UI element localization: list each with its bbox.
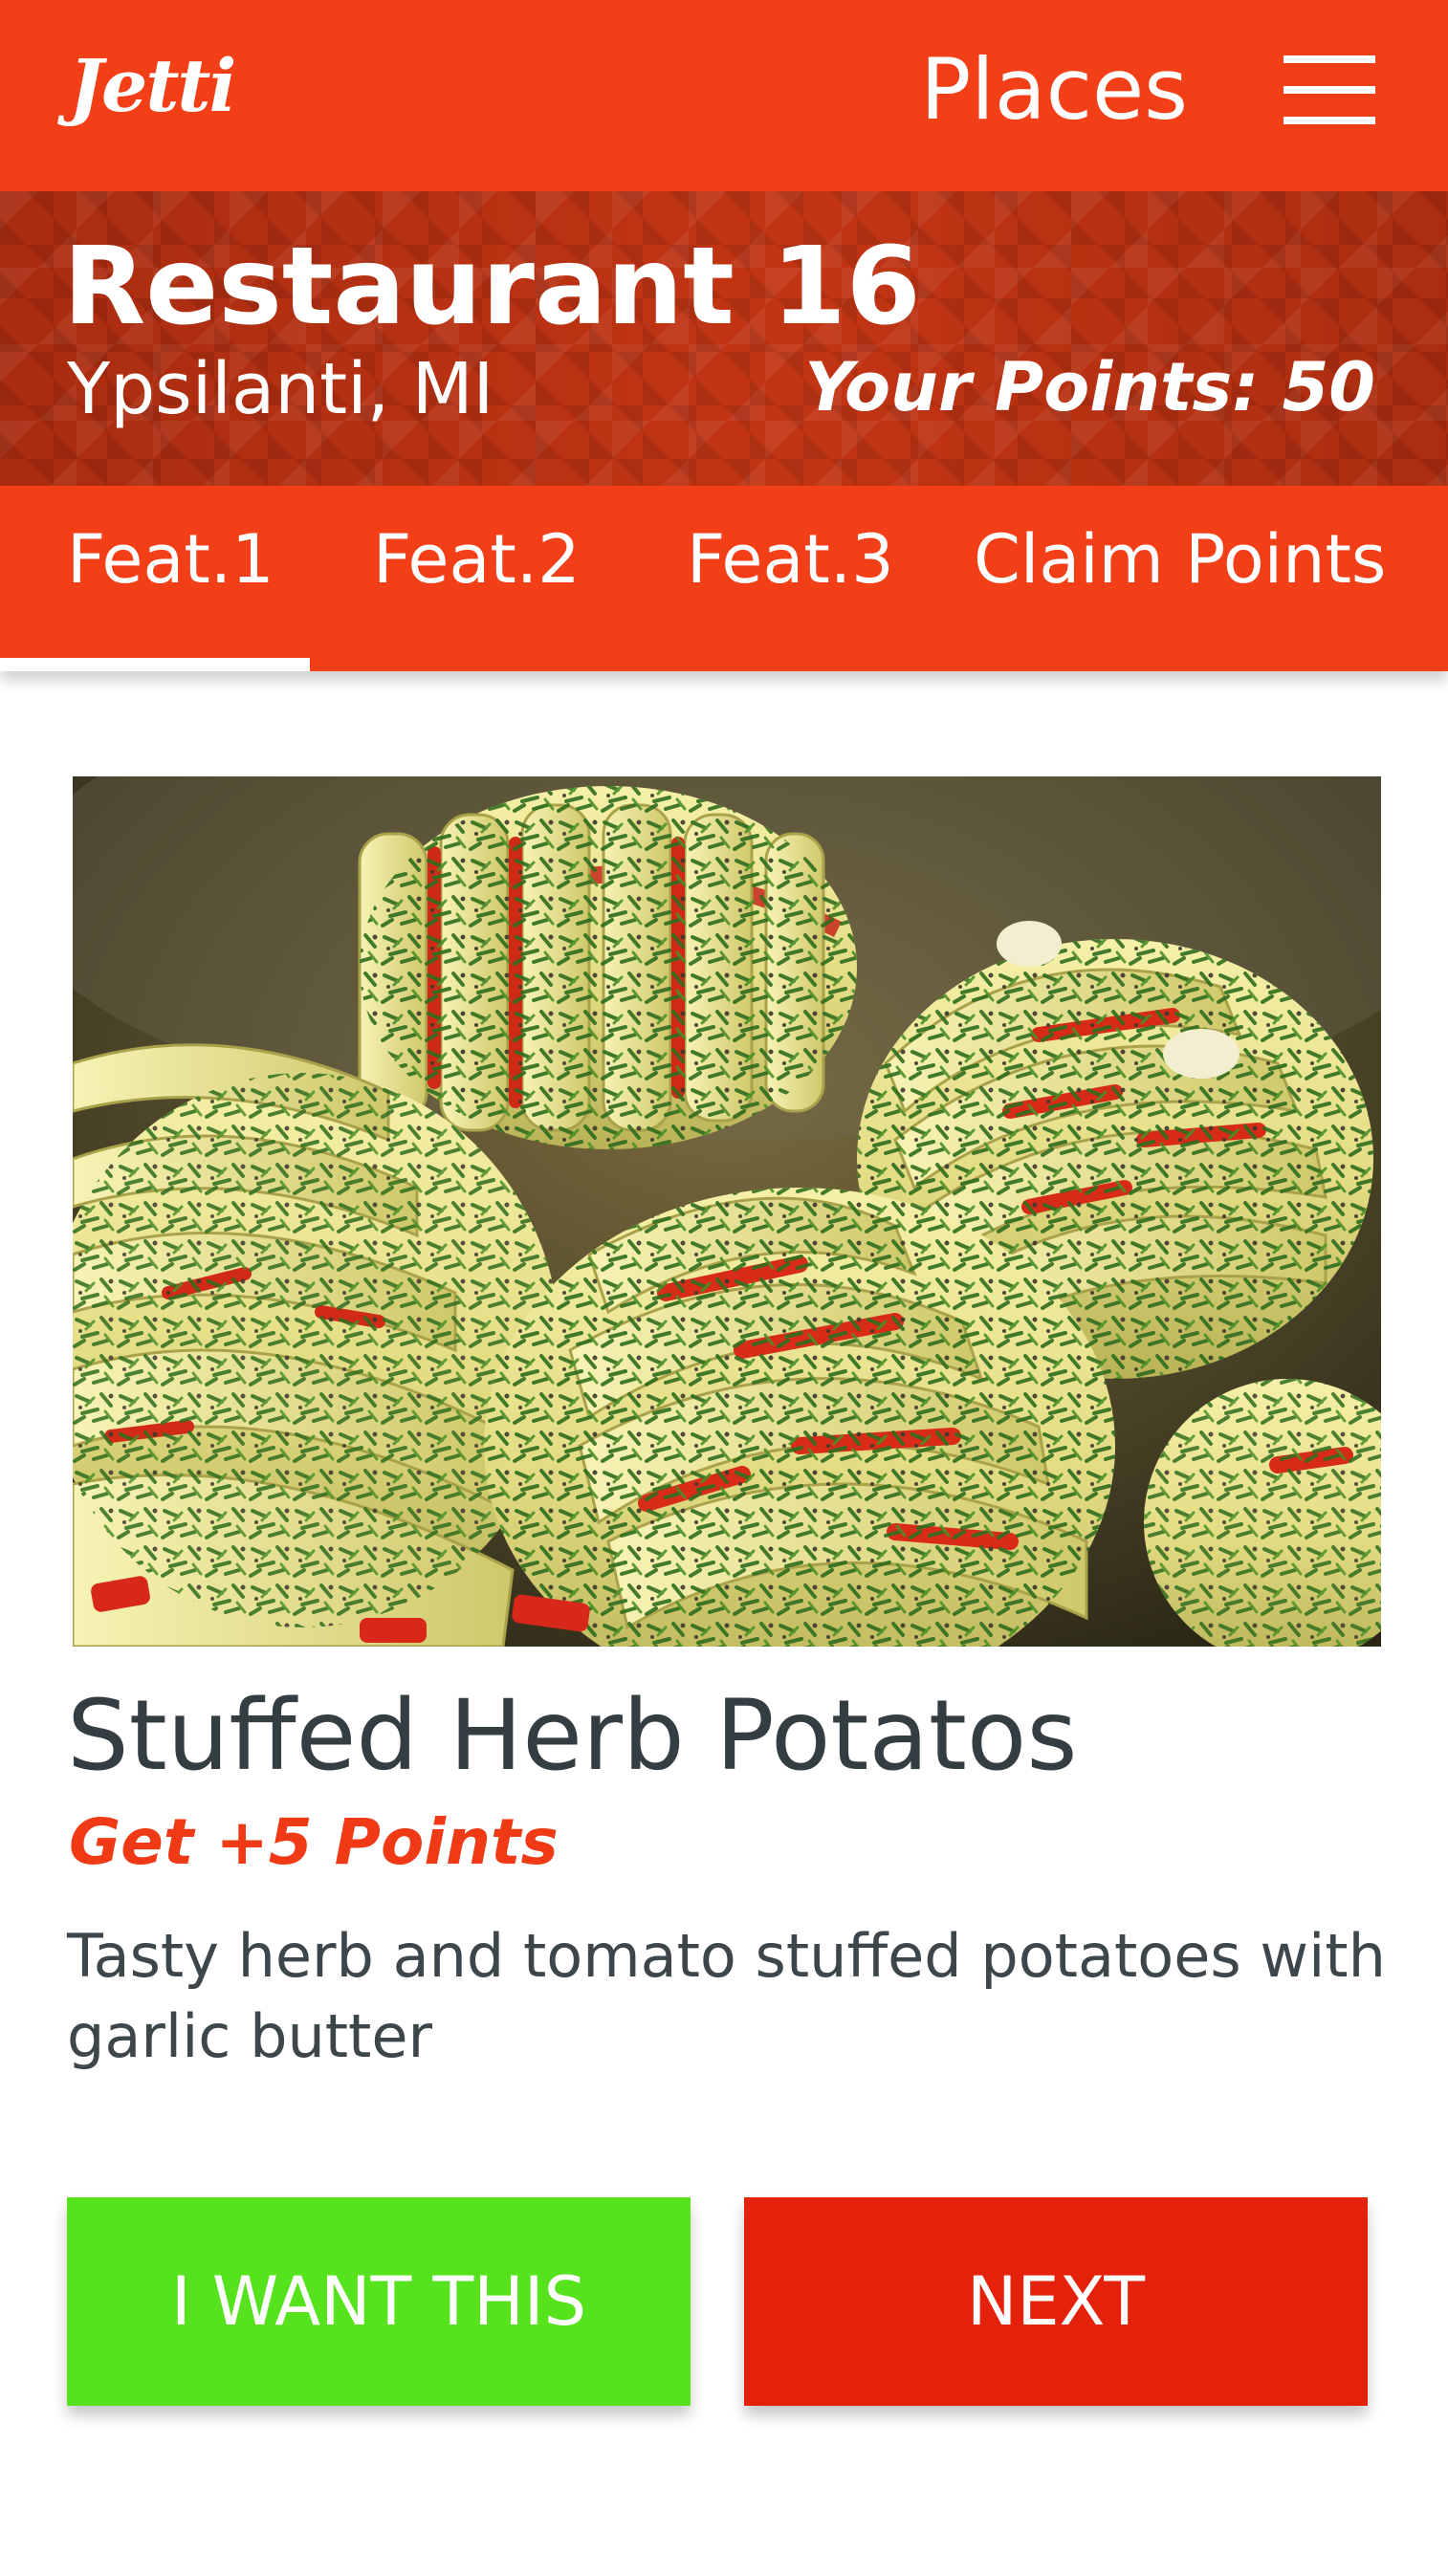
tab-feat-3[interactable]: Feat.3	[687, 526, 894, 593]
feature-points-reward: Get +5 Points	[69, 1805, 559, 1879]
restaurant-location: Ypsilanti, MI	[67, 348, 494, 430]
tab-claim-points[interactable]: Claim Points	[974, 526, 1386, 593]
user-points: Your Points: 50	[804, 348, 1375, 426]
feature-description: Tasty herb and tomato stuffed potatoes w…	[67, 1921, 1386, 2071]
feature-food-image	[73, 776, 1381, 1647]
feature-title: Stuffed Herb Potatos	[67, 1679, 1078, 1793]
next-button[interactable]: NEXT	[744, 2197, 1368, 2406]
hamburger-menu-icon[interactable]	[1283, 55, 1375, 124]
i-want-this-button[interactable]: I WANT THIS	[67, 2197, 691, 2406]
jetti-logo[interactable]: Jetti	[69, 50, 236, 122]
tab-feat-2[interactable]: Feat.2	[373, 526, 581, 593]
active-tab-indicator	[0, 658, 310, 671]
menu-bar-middle	[1283, 86, 1375, 94]
tab-feat-1[interactable]: Feat.1	[67, 526, 274, 593]
feature-tabs: Feat.1 Feat.2 Feat.3 Claim Points	[0, 486, 1448, 671]
menu-bar-bottom	[1283, 117, 1375, 124]
menu-bar-top	[1283, 55, 1375, 63]
restaurant-header: Restaurant 16 Ypsilanti, MI Your Points:…	[0, 191, 1448, 486]
restaurant-name: Restaurant 16	[63, 225, 921, 349]
stuffed-potatoes-photo	[73, 776, 1381, 1647]
app-bar: Jetti Places	[0, 0, 1448, 191]
places-link[interactable]: Places	[920, 48, 1188, 132]
